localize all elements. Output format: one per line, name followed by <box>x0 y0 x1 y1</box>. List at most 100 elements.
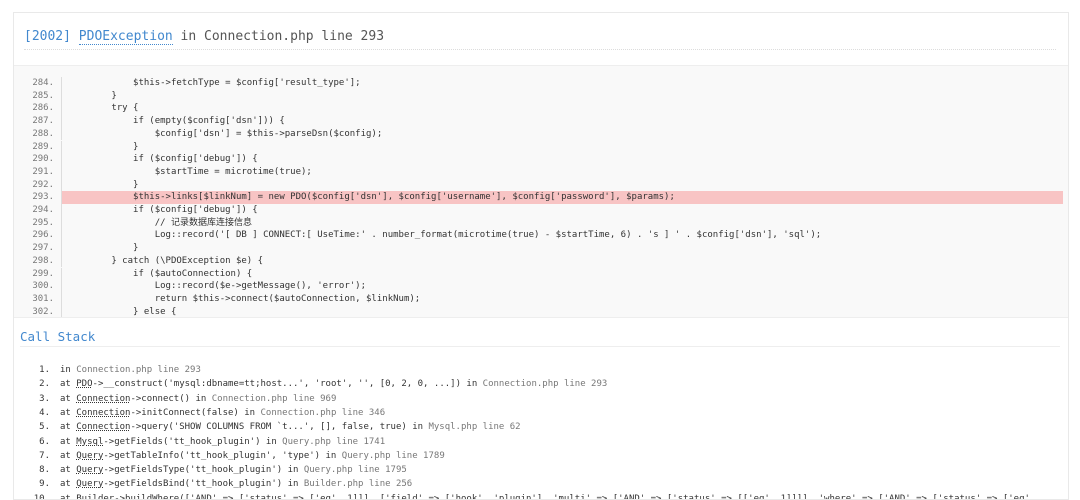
gutter-divider <box>61 292 62 306</box>
call-stack-frame: at Mysql->getFields('tt_hook_plugin') in… <box>60 435 385 449</box>
call-stack-frame: at Connection->query('SHOW COLUMNS FROM … <box>60 420 521 434</box>
call-stack-frame: at Query->getTableInfo('tt_hook_plugin',… <box>60 449 445 463</box>
code-line: 284. $this->fetchType = $config['result_… <box>14 77 1068 90</box>
code-line: 300. Log::record($e->getMessage(), 'erro… <box>14 280 1068 293</box>
code-line: 290. if ($config['debug']) { <box>14 153 1068 166</box>
code-line: 285. } <box>14 89 1068 103</box>
call-stack-item: 8. at Query->getFieldsType('tt_hook_plugi… <box>14 463 1068 477</box>
frame-class-link[interactable]: Connection <box>76 394 130 404</box>
gutter-divider <box>61 191 62 204</box>
line-code: Log::record('[ DB ] CONNECT:[ UseTime:' … <box>68 230 822 241</box>
call-stack-frame: at Query->getFieldsBind('tt_hook_plugin'… <box>60 477 412 491</box>
exception-panel: [2002] PDOException in Connection.php li… <box>13 12 1069 500</box>
frame-prefix: in <box>60 365 77 375</box>
line-code: if (empty($config['dsn'])) { <box>68 116 285 127</box>
frame-class-link[interactable]: PDO <box>76 379 92 389</box>
gutter-divider <box>61 280 62 293</box>
frame-file: Query.php line 1789 <box>341 450 445 461</box>
call-stack-number: 5. <box>39 422 50 433</box>
call-stack-item: 2. at PDO->__construct('mysql:dbname=tt;h… <box>14 377 1068 391</box>
frame-file: Builder.php line 256 <box>303 479 413 490</box>
line-number: 300. <box>32 281 54 292</box>
call-stack-number: 7. <box>39 450 50 461</box>
line-number: 297. <box>32 243 54 254</box>
frame-file: Mysql.php line 62 <box>428 422 521 433</box>
frame-call: ->getFields('tt_hook_plugin') in <box>103 436 283 447</box>
exception-location: in Connection.php line 293 <box>180 29 385 44</box>
call-stack-item: 1. in Connection.php line 293 <box>14 363 1068 377</box>
call-stack-item: 9. at Query->getFieldsBind('tt_hook_plugi… <box>14 477 1068 491</box>
frame-file: Connection.php line 293 <box>76 365 201 375</box>
line-code: return $this->connect($autoConnection, $… <box>68 293 421 304</box>
frame-call: ->connect() in <box>130 393 212 404</box>
call-stack-frame: at Query->getFieldsType('tt_hook_plugin'… <box>60 463 407 477</box>
code-line: 298. } catch (\PDOException $e) { <box>14 254 1068 268</box>
frame-class-link[interactable]: Query <box>76 465 103 475</box>
frame-prefix: at <box>60 465 77 476</box>
line-code: try { <box>68 103 139 114</box>
line-number: 291. <box>32 166 54 177</box>
gutter-divider <box>61 305 62 317</box>
frame-call: ->getFieldsType('tt_hook_plugin') in <box>103 465 304 476</box>
line-code: Log::record($e->getMessage(), 'error'); <box>68 281 367 292</box>
gutter-divider <box>61 89 62 103</box>
frame-prefix: at <box>60 450 77 461</box>
line-number: 295. <box>32 217 54 228</box>
frame-prefix: at <box>60 436 77 447</box>
frame-class-link[interactable]: Connection <box>76 422 130 432</box>
line-number: 298. <box>32 255 54 266</box>
frame-call: ->initConnect(false) in <box>130 407 261 418</box>
line-number: 288. <box>32 128 54 139</box>
call-stack-list: 1. in Connection.php line 293 2. at PDO->__… <box>14 353 1068 499</box>
line-code: } <box>68 141 139 152</box>
frame-prefix: at <box>60 493 77 499</box>
exception-code: [2002] <box>24 29 71 44</box>
code-line-highlighted: 293. $this->links[$linkNum] = new PDO($c… <box>14 191 1068 204</box>
exception-class-link[interactable]: PDOException <box>78 29 173 45</box>
line-number: 284. <box>32 78 54 88</box>
frame-class-link[interactable]: Query <box>76 451 103 461</box>
frame-class-link[interactable]: Mysql <box>76 437 103 447</box>
gutter-divider <box>61 254 62 268</box>
call-stack-frame: at Connection->initConnect(false) in Con… <box>60 406 385 420</box>
call-stack-item: 7. at Query->getTableInfo('tt_hook_plugin… <box>14 449 1068 463</box>
line-code: } else { <box>68 306 177 317</box>
code-line: 289. } <box>14 140 1068 154</box>
exception-header: [2002] PDOException in Connection.php li… <box>24 27 1056 50</box>
gutter-divider <box>61 267 62 281</box>
gutter-divider <box>61 102 62 116</box>
line-code: } <box>68 90 117 101</box>
gutter-divider <box>61 204 62 217</box>
frame-class-link[interactable]: Query <box>76 479 103 489</box>
line-code: $config['dsn'] = $this->parseDsn($config… <box>68 128 383 139</box>
line-code: // 记录数据库连接信息 <box>68 217 252 228</box>
frame-prefix: at <box>60 422 77 433</box>
frame-file: Connection.php line 346 <box>260 407 386 418</box>
line-code: if ($config['debug']) { <box>68 154 258 165</box>
source-code-viewer[interactable]: 284. $this->fetchType = $config['result_… <box>14 65 1068 318</box>
line-number: 286. <box>32 103 54 114</box>
call-stack-number: 6. <box>39 436 50 447</box>
code-line: 302. } else { <box>14 305 1068 317</box>
call-stack-number: 3. <box>39 393 50 404</box>
line-number: 292. <box>32 179 54 190</box>
line-code: } <box>68 243 139 254</box>
call-stack-item: 5. at Connection->query('SHOW COLUMNS FRO… <box>14 420 1068 434</box>
call-stack-frame: at Connection->connect() in Connection.p… <box>60 392 336 406</box>
frame-class-link[interactable]: Builder <box>76 494 114 499</box>
frame-call: ->query('SHOW COLUMNS FROM `t...', [], f… <box>130 422 429 433</box>
frame-class-link[interactable]: Connection <box>76 408 130 418</box>
gutter-divider <box>61 77 62 90</box>
line-number: 290. <box>32 154 54 165</box>
frame-call: ->buildWhere(['AND' => ['status' => ['eq… <box>114 493 1036 499</box>
code-line: 295. // 记录数据库连接信息 <box>14 216 1068 230</box>
frame-prefix: at <box>60 379 77 390</box>
code-line: 296. Log::record('[ DB ] CONNECT:[ UseTi… <box>14 229 1068 243</box>
gutter-divider <box>61 165 62 179</box>
frame-call: ->__construct('mysql:dbname=tt;host...',… <box>92 379 483 390</box>
gutter-divider <box>61 229 62 243</box>
call-stack-number: 9. <box>39 479 50 490</box>
code-line: 301. return $this->connect($autoConnecti… <box>14 292 1068 306</box>
line-code: $startTime = microtime(true); <box>68 166 312 177</box>
line-number: 293. <box>32 192 54 203</box>
